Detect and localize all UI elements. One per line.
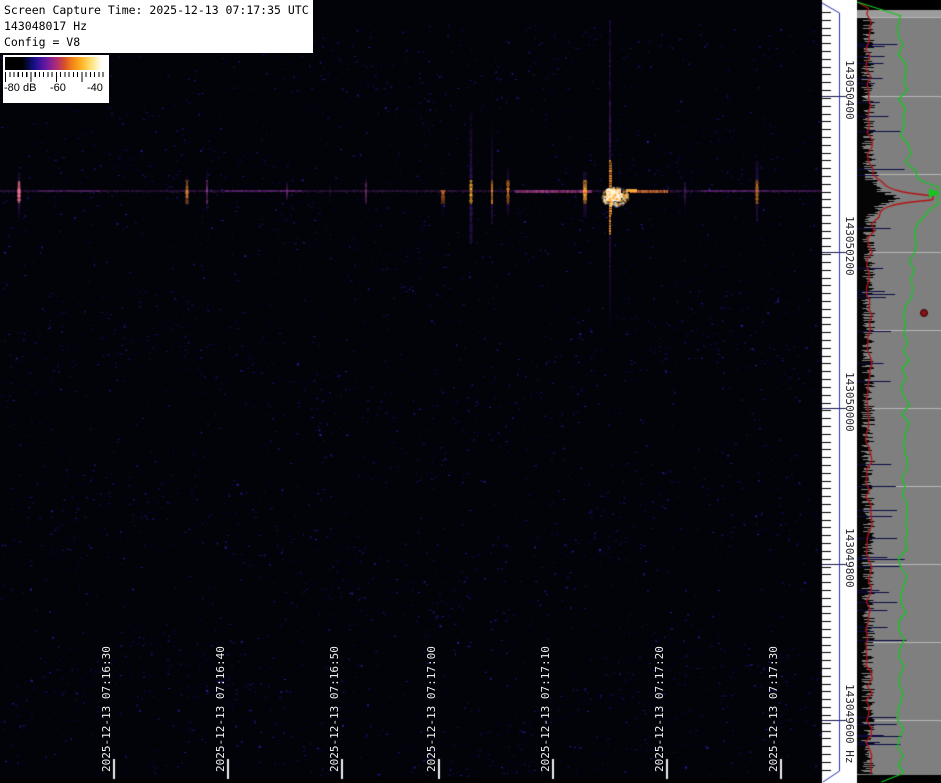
color-scale-major-ticks: [5, 72, 107, 82]
spectrum-lab-window: Screen Capture Time: 2025-12-13 07:17:35…: [0, 0, 941, 783]
time-label: 2025-12-13 07:16:30: [100, 646, 113, 772]
config-text: Config = V8: [4, 34, 313, 50]
time-label: 2025-12-13 07:17:30: [767, 646, 780, 772]
db-label-max: -40: [87, 82, 103, 94]
time-label: 2025-12-13 07:16:40: [214, 646, 227, 772]
frequency-label: 143050000: [843, 372, 856, 432]
db-label-mid: -60: [50, 82, 66, 94]
frequency-label: 143050200: [843, 216, 856, 276]
color-scale-legend: -80 dB -60 -40: [3, 55, 109, 103]
time-label: 2025-12-13 07:17:00: [425, 646, 438, 772]
frequency-label: 143049800: [843, 528, 856, 588]
frequency-label: 143050400: [843, 60, 856, 120]
waterfall-display: [0, 0, 941, 783]
db-label-min: -80 dB: [4, 82, 36, 94]
frequency-label: 143049600 Hz: [843, 684, 856, 763]
time-label: 2025-12-13 07:16:50: [328, 646, 341, 772]
frequency-text: 143048017 Hz: [4, 18, 313, 34]
color-gradient-bar: [5, 57, 106, 70]
time-label: 2025-12-13 07:17:20: [653, 646, 666, 772]
time-label: 2025-12-13 07:17:10: [539, 646, 552, 772]
capture-time-text: Screen Capture Time: 2025-12-13 07:17:35…: [4, 2, 313, 18]
capture-info-box: Screen Capture Time: 2025-12-13 07:17:35…: [0, 0, 313, 53]
